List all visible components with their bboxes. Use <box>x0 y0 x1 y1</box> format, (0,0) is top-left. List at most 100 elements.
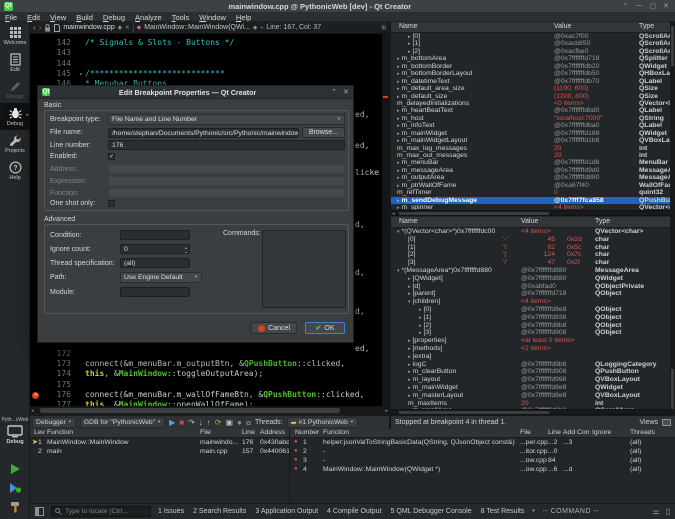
collapsed-arrow-icon[interactable]: ▸ <box>408 385 411 391</box>
collapsed-arrow-icon[interactable]: ▸ <box>408 284 411 290</box>
expressions-vertical-scrollbar[interactable] <box>670 217 675 415</box>
menu-debug[interactable]: Debug <box>98 13 130 22</box>
ignore-count-spinbox[interactable]: 0 ▴▾ <box>120 244 190 254</box>
tree-row[interactable]: ▸m_default_size(1200, 800)QSize <box>391 93 675 100</box>
progress-icon[interactable]: ⚌ <box>652 507 659 516</box>
column-number[interactable]: Number <box>295 429 319 436</box>
tree-row[interactable]: ▸m_messageArea@0x7fffffffd9d0MessageArea <box>391 167 675 174</box>
tree-row[interactable]: m_max_out_messages20int <box>391 152 675 159</box>
module-input[interactable] <box>120 287 190 297</box>
tree-row[interactable]: ▸m_menuBar@0x7fffffffd1d8MenuBar <box>391 159 675 166</box>
column-ignore[interactable]: Ignore <box>592 429 611 436</box>
locals-horizontal-scrollbar[interactable]: ◂ ▸ <box>391 210 675 216</box>
collapsed-arrow-icon[interactable]: ▸ <box>397 168 400 174</box>
ok-button[interactable]: ✔ OK <box>305 322 345 334</box>
menu-analyze[interactable]: Analyze <box>130 13 167 22</box>
continue-icon[interactable]: ▶ <box>169 418 175 428</box>
collapsed-arrow-icon[interactable]: ▸ <box>408 346 411 352</box>
output-pane-tab-qml-debugger-console[interactable]: 5 QML Debugger Console <box>391 508 472 515</box>
collapsed-arrow-icon[interactable]: ▸ <box>397 64 400 70</box>
collapsed-arrow-icon[interactable]: ▸ <box>397 160 400 166</box>
tree-row[interactable]: ▸[methods]<2 items> <box>391 345 675 353</box>
thread-selector-combo[interactable]: ➡ #1 PythonicWeb⯆ <box>287 417 358 428</box>
collapsed-arrow-icon[interactable]: ▸ <box>397 94 400 100</box>
stack-header[interactable]: LevFunctionFileLineAddress <box>30 429 289 438</box>
tree-row[interactable]: ▸m_sendDebugMessage@0x7fff7fca858QPushBu… <box>391 197 675 204</box>
debugger-engine-combo[interactable]: GDB for "PythonicWeb"⯆ <box>80 417 165 428</box>
editor-vertical-scrollbar[interactable] <box>382 34 389 406</box>
code-line[interactable]: 172 <box>30 349 389 360</box>
collapsed-arrow-icon[interactable]: ▸ <box>408 369 411 375</box>
tree-row[interactable]: ▸[QWidget]@0x7fffffffd880QWidget <box>391 275 675 283</box>
breakpoint-row[interactable]: ●1helper:jsonValToStringBasicData(QStrin… <box>290 438 675 447</box>
tree-row[interactable]: ▸[0]@0x7fffffffd8e8QObject <box>391 306 675 314</box>
forward-icon[interactable]: › <box>39 23 42 32</box>
menu-tools[interactable]: Tools <box>167 13 195 22</box>
mode-edit[interactable]: Edit <box>0 49 30 76</box>
close-file-icon[interactable]: ✕ <box>125 25 130 31</box>
window-minimize-icon[interactable]: — <box>636 2 643 10</box>
expanded-arrow-icon[interactable]: ▾ <box>397 229 400 235</box>
breakpoint-row[interactable]: ●3-...ow.cpp84(all) <box>290 456 675 465</box>
window-close-icon[interactable]: ✕ <box>663 2 669 10</box>
expanded-arrow-icon[interactable]: ▾ <box>408 299 411 305</box>
column-lev[interactable]: Lev <box>34 429 45 436</box>
window-maximize-icon[interactable]: ▢ <box>650 2 657 10</box>
collapsed-arrow-icon[interactable]: ▸ <box>397 56 400 62</box>
code-line[interactable]: 175 <box>30 380 389 391</box>
kit-flyout-arrow[interactable]: ▸ <box>26 112 29 118</box>
breakpoint-row[interactable]: ●2-...itor.cpp...0(all) <box>290 447 675 456</box>
tree-row[interactable]: ▸m_mainWidget@0x7fffffffd188QWidget <box>391 130 675 137</box>
column-function[interactable]: Function <box>47 429 73 436</box>
cancel-button[interactable]: Cancel <box>251 322 297 334</box>
scroll-right-icon[interactable]: ▸ <box>385 407 388 415</box>
symbol-dropdown-icon[interactable]: ◆ <box>253 25 257 31</box>
mode-help[interactable]: ?Help <box>0 157 30 184</box>
expanded-arrow-icon[interactable]: ▾ <box>397 268 400 274</box>
one-shot-checkbox[interactable] <box>108 200 115 207</box>
line-number-input[interactable]: 176 <box>108 140 345 150</box>
output-pane-tab-test-results[interactable]: 8 Test Results <box>481 508 525 515</box>
code-line[interactable]: 142 /* Signals & Slots - Buttons */ <box>30 38 389 49</box>
tree-row[interactable]: m_refTimer0quint32 <box>391 189 675 196</box>
run-button[interactable] <box>0 459 30 478</box>
mode-debug[interactable]: Debug▸ <box>0 103 30 130</box>
tree-row[interactable]: ▸m_outputArea@0x7fffffffd880MessageArea <box>391 174 675 181</box>
sidebar-toggle-icon[interactable] <box>35 507 44 516</box>
output-pane-tab-compile-output[interactable]: 4 Compile Output <box>327 508 381 515</box>
restart-icon[interactable]: ⟳ <box>215 418 222 428</box>
scrollbar-handle[interactable] <box>40 408 340 413</box>
collapsed-arrow-icon[interactable]: ▸ <box>419 330 422 336</box>
stack-frame-row[interactable]: ➤1MainWindow::MainWindowmainwindo...1760… <box>30 438 289 447</box>
tree-row[interactable]: ▸[0]@0xac7f00QScrollArea <box>391 33 675 40</box>
collapsed-arrow-icon[interactable]: ▸ <box>397 131 400 137</box>
browse-button[interactable]: Browse... <box>302 127 345 138</box>
expressions-header[interactable]: Name Value Type <box>391 217 675 228</box>
monitor-icon[interactable] <box>7 425 23 438</box>
scrollbar-handle[interactable] <box>399 212 549 215</box>
tree-row[interactable]: ▸m_masterLayout@0x7fffffffd8e8QVBoxLayou… <box>391 392 675 400</box>
output-panes-dropdown-icon[interactable]: ⯆ <box>531 509 535 515</box>
symbol-combo[interactable]: MainWindow::MainWindow(QWi... <box>144 24 250 31</box>
file-name-input[interactable]: /home/stephan/Documents/Pythonic/src/Pyt… <box>108 128 299 138</box>
tree-row[interactable]: m_max_log_messages20int <box>391 145 675 152</box>
code-line[interactable]: 145▾ /**************************** <box>30 69 389 80</box>
column-add-con[interactable]: Add Con <box>563 429 589 436</box>
build-button[interactable] <box>0 497 30 516</box>
tree-row[interactable]: ▸m_heartBeatText@0x7fffffffdbd0QLabel <box>391 107 675 114</box>
collapsed-arrow-icon[interactable]: ▸ <box>397 79 400 85</box>
column-name[interactable]: Name <box>399 23 418 30</box>
column-type[interactable]: Type <box>595 218 610 225</box>
collapsed-arrow-icon[interactable]: ▸ <box>397 86 400 92</box>
column-value[interactable]: Value <box>554 23 571 30</box>
column-line[interactable]: Line <box>242 429 255 436</box>
tree-row[interactable]: ▸[2]@0x7fffffffd8b8QObject <box>391 322 675 330</box>
menu-build[interactable]: Build <box>71 13 98 22</box>
collapsed-arrow-icon[interactable]: ▸ <box>397 123 400 129</box>
tree-row[interactable]: ▸[2]@0xacfbe0QScrollArea <box>391 48 675 55</box>
split-editor-icon[interactable]: ⊞ <box>381 25 386 31</box>
column-file[interactable]: File <box>200 429 211 436</box>
breakpoint-type-combo[interactable]: File Name and Line Number⯆ <box>108 114 345 125</box>
dialog-close-icon[interactable]: ✕ <box>343 88 349 96</box>
output-panel-icon[interactable]: ▯ <box>666 507 670 516</box>
